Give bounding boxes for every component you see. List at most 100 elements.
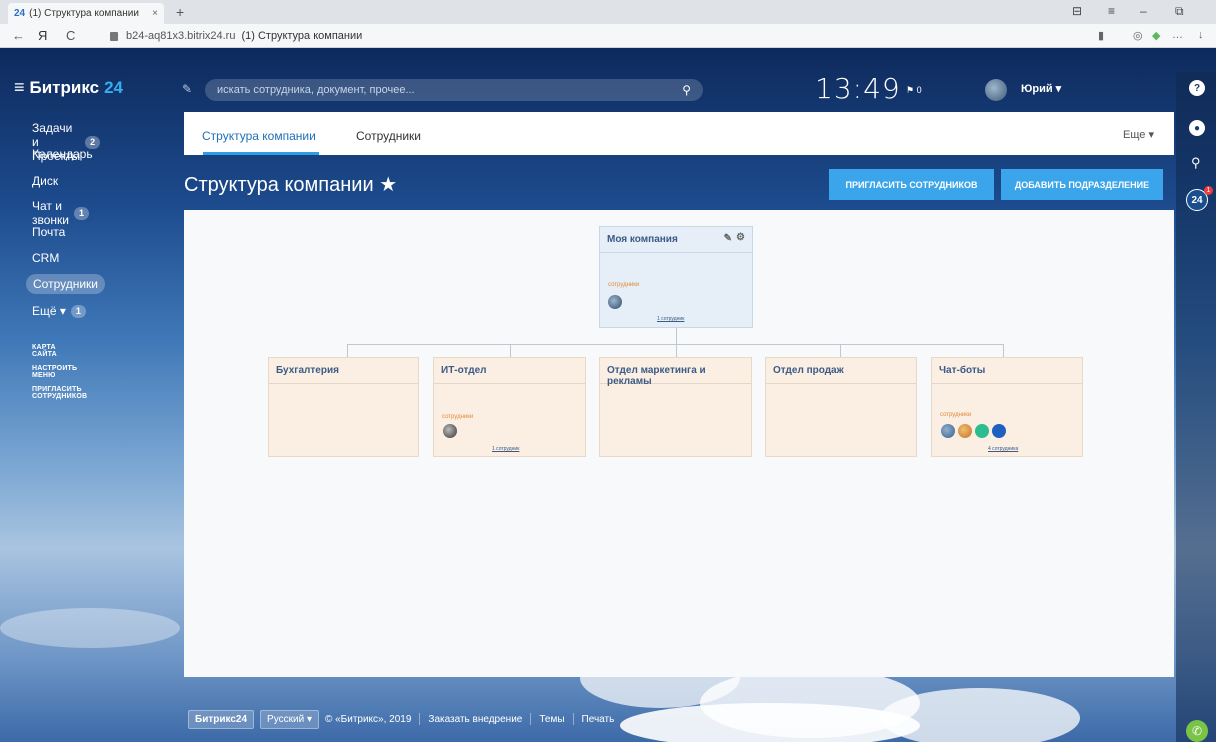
members-link[interactable]: 1 сотрудник xyxy=(657,316,684,322)
page-tabs: Структура компании Сотрудники xyxy=(184,112,1174,155)
dept-header: ИТ-отдел xyxy=(434,358,585,384)
order-link[interactable]: Заказать внедрение xyxy=(428,714,522,725)
browser-menu-icon[interactable]: ≡ xyxy=(1108,4,1115,18)
sitemap-link[interactable]: КАРТА САЙТА xyxy=(32,344,57,358)
restore-icon[interactable]: ⧉ xyxy=(1175,4,1184,19)
gear-icon[interactable]: ⚙ xyxy=(736,232,745,243)
minimize-icon[interactable]: – xyxy=(1140,4,1147,18)
shield-icon[interactable]: ◆ xyxy=(1152,29,1160,42)
bot-avatar[interactable] xyxy=(975,424,989,438)
invite-employees-link[interactable]: ПРИГЛАСИТЬ СОТРУДНИКОВ xyxy=(32,386,87,400)
user-name: Юрий xyxy=(1021,83,1053,95)
connector-line xyxy=(347,344,348,357)
separator xyxy=(572,713,574,725)
members-link[interactable]: 1 сотрудник xyxy=(492,446,519,452)
right-search-icon[interactable]: ⚲ xyxy=(1191,155,1201,171)
tabs-more-button[interactable]: Еще ▾ xyxy=(1123,128,1154,141)
flag-count: 0 xyxy=(916,85,922,95)
dept-header: Бухгалтерия xyxy=(269,358,418,384)
search-placeholder: искать сотрудника, документ, прочее... xyxy=(217,84,415,96)
dept-root[interactable]: Моя компания ✎ ⚙ сотрудники 1 сотрудник xyxy=(599,226,753,328)
dept-marketing[interactable]: Отдел маркетинга и рекламы xyxy=(599,357,752,457)
chevron-down-icon: ▾ xyxy=(306,713,312,725)
hamburger-icon[interactable]: ≡ xyxy=(14,77,25,98)
yandex-icon[interactable]: Я xyxy=(38,28,47,43)
sidebar-item-chat[interactable]: Чат и звонки 1 xyxy=(32,199,90,227)
more-icon[interactable]: … xyxy=(1172,29,1183,41)
notification-badge: 1 xyxy=(1204,186,1213,195)
footer-brand[interactable]: Битрикс24 xyxy=(188,709,255,729)
sidebar-item-calendar[interactable]: Календарь xyxy=(32,147,93,161)
logo-text: Битрикс xyxy=(29,77,100,97)
connector-line xyxy=(1003,344,1004,357)
bot-avatar[interactable] xyxy=(941,424,955,438)
copyright: © «Битрикс», 2019 xyxy=(324,713,412,725)
help-icon[interactable]: ? xyxy=(1189,80,1205,96)
configure-menu-link[interactable]: НАСТРОИТЬ МЕНЮ xyxy=(32,365,77,379)
browser-tab[interactable]: 24 (1) Структура компании × xyxy=(8,3,164,24)
search-icon[interactable]: ⚲ xyxy=(682,83,691,97)
edit-pencil-icon[interactable]: ✎ xyxy=(182,82,192,96)
lock-icon xyxy=(110,31,118,41)
connector-line xyxy=(676,328,677,344)
sidebar-item-label: Сотрудники xyxy=(33,277,98,291)
dept-accounting[interactable]: Бухгалтерия xyxy=(268,357,419,457)
page-title: Структура компании ★ xyxy=(184,172,397,197)
employee-avatar[interactable] xyxy=(443,424,457,438)
download-icon[interactable]: ↓ xyxy=(1198,29,1204,41)
edit-icon[interactable]: ✎ xyxy=(724,233,732,244)
notifications-bell-icon[interactable]: ● xyxy=(1189,120,1205,136)
employee-avatar[interactable] xyxy=(608,295,622,309)
dept-chatbots[interactable]: Чат-боты сотрудники 4 сотрудника xyxy=(931,357,1083,457)
star-icon[interactable]: ★ xyxy=(379,174,397,196)
dept-header: Отдел маркетинга и рекламы xyxy=(600,358,751,387)
sidebar-item-crm[interactable]: CRM xyxy=(32,251,59,265)
dept-sales[interactable]: Отдел продаж xyxy=(765,357,917,457)
sidebar-item-label: Календарь xyxy=(32,147,93,161)
chevron-down-icon: ▾ xyxy=(1148,129,1154,141)
clock[interactable]: 13:49 xyxy=(815,72,901,105)
footer: Битрикс24 Русский ▾ © «Битрикс», 2019 За… xyxy=(188,708,614,730)
new-tab-button[interactable]: + xyxy=(176,4,184,20)
members-link[interactable]: 4 сотрудника xyxy=(988,446,1018,452)
sidebar-item-mail[interactable]: Почта xyxy=(32,225,65,239)
add-department-button[interactable]: ДОБАВИТЬ ПОДРАЗДЕЛЕНИЕ xyxy=(1001,169,1163,200)
url-field[interactable]: b24-aq81x3.bitrix24.ru (1) Структура ком… xyxy=(110,27,1110,45)
sidebar-item-label: Чат и звонки xyxy=(32,199,69,227)
sidebar-item-disk[interactable]: Диск xyxy=(32,174,58,188)
invite-employees-button[interactable]: ПРИГЛАСИТЬ СОТРУДНИКОВ xyxy=(829,169,994,200)
bitrix-favicon: 24 xyxy=(14,8,26,19)
extension-icon[interactable]: ◎ xyxy=(1133,29,1143,42)
tab-employees[interactable]: Сотрудники xyxy=(356,129,421,143)
user-menu[interactable]: Юрий ▾ xyxy=(1021,82,1061,95)
sidebar-item-label: CRM xyxy=(32,251,60,265)
dept-header: Чат-боты xyxy=(932,358,1082,384)
bot-avatar[interactable] xyxy=(958,424,972,438)
connector-line xyxy=(510,344,511,357)
bot-avatar[interactable] xyxy=(992,424,1006,438)
dept-header: Моя компания ✎ ⚙ xyxy=(600,227,752,253)
tab-list-icon[interactable]: ⊟ xyxy=(1072,4,1082,18)
reload-icon[interactable]: C xyxy=(66,28,75,43)
active-tab-indicator xyxy=(203,152,319,155)
themes-link[interactable]: Темы xyxy=(539,714,564,725)
back-icon[interactable]: ← xyxy=(12,28,25,43)
sidebar-item-more[interactable]: Ещё ▾ 1 xyxy=(32,304,86,318)
flag-counter[interactable]: ⚑ 0 xyxy=(906,85,922,96)
language-select[interactable]: Русский ▾ xyxy=(260,709,319,729)
tabs-more-label: Еще xyxy=(1123,129,1146,141)
employees-label: сотрудники xyxy=(940,412,972,418)
bookmark-icon[interactable]: ▮ xyxy=(1098,29,1104,42)
dept-it[interactable]: ИТ-отдел сотрудники 1 сотрудник xyxy=(433,357,586,457)
tab-structure[interactable]: Структура компании xyxy=(202,129,316,143)
phone-icon[interactable]: ✆ xyxy=(1186,720,1208,742)
search-input[interactable]: искать сотрудника, документ, прочее... ⚲ xyxy=(205,79,703,101)
browser-tabbar: 24 (1) Структура компании × + ⊟ ≡ – ⧉ xyxy=(0,0,1216,24)
employees-label: сотрудники xyxy=(442,414,474,420)
sidebar-item-employees[interactable]: Сотрудники xyxy=(26,274,105,294)
user-avatar[interactable] xyxy=(985,79,1007,101)
print-link[interactable]: Печать xyxy=(582,714,615,725)
close-tab-icon[interactable]: × xyxy=(152,8,158,19)
address-bar: ← Я C b24-aq81x3.bitrix24.ru (1) Структу… xyxy=(0,24,1216,48)
bitrix-logo[interactable]: ≡ Битрикс 24 xyxy=(14,77,123,98)
